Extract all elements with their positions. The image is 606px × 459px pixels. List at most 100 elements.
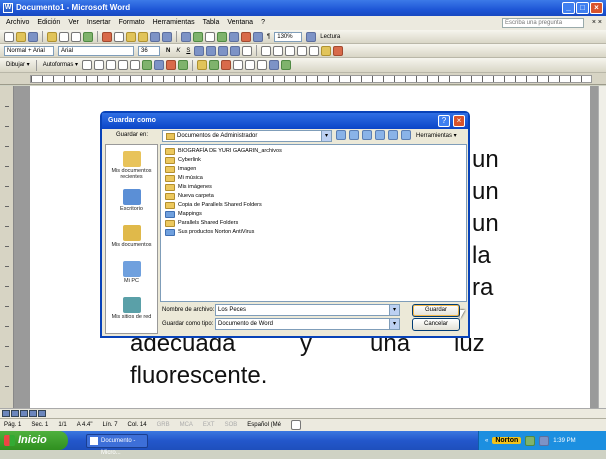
underline-button[interactable]: S: [184, 46, 192, 56]
numbering-icon[interactable]: [261, 45, 272, 56]
print-view-icon[interactable]: [20, 410, 28, 417]
diagram-icon[interactable]: [154, 60, 165, 70]
save-icon[interactable]: [28, 31, 38, 42]
tray-arrow-icon[interactable]: «: [485, 438, 488, 444]
undo-icon[interactable]: [150, 31, 160, 42]
status-ext[interactable]: EXT: [203, 422, 215, 428]
menu-insertar[interactable]: Insertar: [87, 16, 111, 30]
align-right-icon[interactable]: [218, 45, 229, 56]
file-list-item[interactable]: Mis imágenes: [165, 183, 212, 192]
menu-herramientas[interactable]: Herramientas: [153, 16, 195, 30]
menu-tabla[interactable]: Tabla: [203, 16, 220, 30]
menu-help[interactable]: ?: [261, 16, 265, 30]
font-color-icon[interactable]: [333, 45, 344, 56]
format-painter-icon[interactable]: [138, 31, 148, 42]
style-select[interactable]: Normal + Arial: [4, 45, 54, 56]
file-list-item[interactable]: Sus productos Norton AntiVirus: [165, 228, 254, 237]
fill-color-icon[interactable]: [197, 60, 208, 70]
reading-view-icon[interactable]: [38, 410, 46, 417]
views-icon[interactable]: [401, 130, 411, 140]
close-button[interactable]: ×: [590, 2, 603, 14]
line-color-icon[interactable]: [209, 60, 220, 70]
delete-icon[interactable]: [375, 130, 385, 140]
highlight-icon[interactable]: [321, 45, 332, 56]
file-list-item[interactable]: Cyberlink: [165, 156, 201, 165]
search-web-icon[interactable]: [362, 130, 372, 140]
insert-table-icon[interactable]: [205, 31, 215, 42]
cancel-button[interactable]: Cancelar: [412, 318, 460, 331]
font-size-select[interactable]: 36: [138, 45, 160, 56]
new-document-icon[interactable]: [4, 31, 14, 42]
dash-style-icon[interactable]: [245, 60, 256, 70]
spelling-icon[interactable]: [83, 31, 93, 42]
arrow-style-icon[interactable]: [257, 60, 268, 70]
spelling-status-icon[interactable]: [290, 420, 301, 430]
permission-icon[interactable]: [47, 31, 57, 42]
up-folder-icon[interactable]: [349, 130, 359, 140]
security-tray-icon[interactable]: [539, 435, 550, 446]
shadow-icon[interactable]: [269, 60, 280, 70]
menu-edicion[interactable]: Edición: [37, 16, 60, 30]
open-folder-icon[interactable]: [16, 31, 26, 42]
wordart-icon[interactable]: [142, 60, 153, 70]
place-desktop[interactable]: Escritorio: [106, 189, 157, 212]
line-style-icon[interactable]: [233, 60, 244, 70]
oval-icon[interactable]: [118, 60, 129, 70]
place-network[interactable]: Mis sitios de red: [106, 297, 157, 320]
file-list-item[interactable]: Mi música: [165, 174, 203, 183]
reading-mode-button[interactable]: Lectura: [318, 32, 342, 42]
clipart-icon[interactable]: [166, 60, 177, 70]
hyperlink-icon[interactable]: [181, 31, 191, 42]
new-folder-icon[interactable]: [388, 130, 398, 140]
web-view-icon[interactable]: [11, 410, 19, 417]
zoom-select[interactable]: 130%: [274, 31, 303, 42]
vertical-scrollbar[interactable]: [598, 86, 606, 408]
status-mca[interactable]: MCA: [180, 422, 193, 428]
filetype-select[interactable]: Documento de Word ▾: [215, 318, 400, 330]
show-hide-icon[interactable]: ¶: [265, 32, 272, 42]
print-preview-icon[interactable]: [71, 31, 81, 42]
file-list[interactable]: BIOGRAFÍA DE YURI GAGARIN_archivos Cyber…: [160, 144, 467, 302]
minimize-button[interactable]: _: [562, 2, 575, 14]
file-list-item[interactable]: BIOGRAFÍA DE YURI GAGARIN_archivos: [165, 147, 282, 156]
dialog-close-button[interactable]: ×: [453, 115, 465, 127]
line-spacing-icon[interactable]: [242, 45, 253, 56]
chevron-down-icon[interactable]: ▾: [321, 131, 331, 141]
tables-icon[interactable]: [193, 31, 203, 42]
place-recent[interactable]: Mis documentos recientes: [106, 151, 157, 180]
start-button[interactable]: Inicio: [0, 431, 68, 450]
help-search-input[interactable]: Escriba una pregunta: [502, 18, 584, 28]
decrease-indent-icon[interactable]: [285, 45, 296, 56]
3d-icon[interactable]: [281, 60, 292, 70]
picture-icon[interactable]: [178, 60, 189, 70]
columns-icon[interactable]: [229, 31, 239, 42]
menu-archivo[interactable]: Archivo: [6, 16, 29, 30]
draw-menu-button[interactable]: Dibujar ▾: [4, 60, 32, 70]
place-my-documents[interactable]: Mis documentos: [106, 225, 157, 248]
print-icon[interactable]: [59, 31, 69, 42]
file-list-item[interactable]: Parallels Shared Folders: [165, 219, 238, 228]
status-sob[interactable]: SOB: [225, 422, 238, 428]
file-list-item[interactable]: Nueva carpeta: [165, 192, 214, 201]
dialog-help-button[interactable]: ?: [438, 115, 450, 127]
save-button[interactable]: Guardar: [412, 304, 460, 317]
align-center-icon[interactable]: [206, 45, 217, 56]
align-left-icon[interactable]: [194, 45, 205, 56]
font-select[interactable]: Arial: [58, 45, 134, 56]
line-icon[interactable]: [82, 60, 93, 70]
maximize-button[interactable]: □: [576, 2, 589, 14]
close-document-button[interactable]: × ×: [592, 16, 602, 30]
paste-icon[interactable]: [126, 31, 136, 42]
justify-icon[interactable]: [230, 45, 241, 56]
copy-icon[interactable]: [114, 31, 124, 42]
norton-button[interactable]: Norton: [492, 437, 522, 444]
horizontal-scrollbar[interactable]: [0, 408, 606, 418]
normal-view-icon[interactable]: [2, 410, 10, 417]
document-map-icon[interactable]: [253, 31, 263, 42]
chevron-down-icon[interactable]: ▾: [389, 319, 399, 329]
font-color-draw-icon[interactable]: [221, 60, 232, 70]
file-list-item[interactable]: Mappings: [165, 210, 202, 219]
file-list-item[interactable]: Copia de Parallels Shared Folders: [165, 201, 262, 210]
back-icon[interactable]: [336, 130, 346, 140]
taskbar-item-word[interactable]: Documento - Micro...: [86, 433, 148, 456]
